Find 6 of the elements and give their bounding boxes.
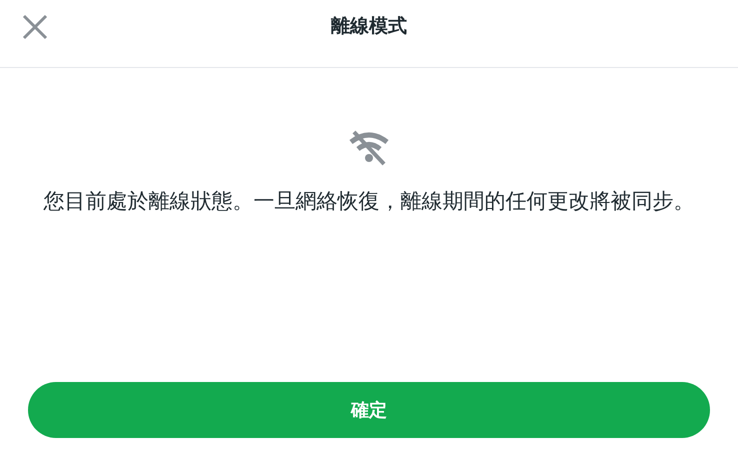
confirm-button[interactable]: 確定 bbox=[28, 382, 710, 438]
dialog-title: 離線模式 bbox=[331, 14, 407, 40]
wifi-off-icon bbox=[348, 130, 390, 166]
close-icon bbox=[22, 14, 48, 40]
close-button[interactable] bbox=[20, 12, 50, 42]
offline-message: 您目前處於離線狀態。一旦網絡恢復，離線期間的任何更改將被同步。 bbox=[42, 188, 696, 215]
